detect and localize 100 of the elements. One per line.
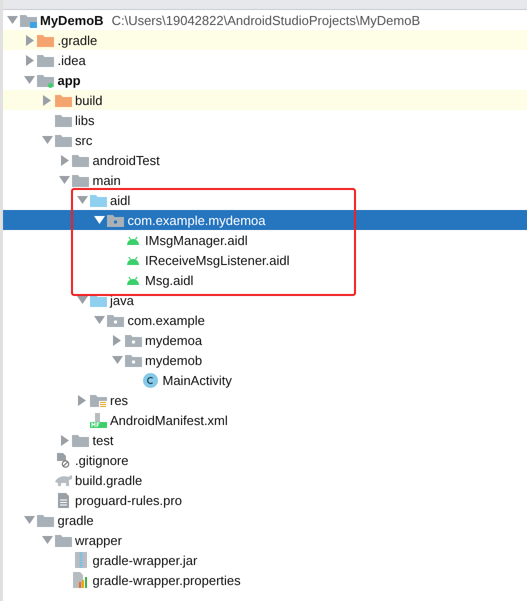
tree-row[interactable]: mydemob <box>3 350 527 370</box>
item-label: MainActivity <box>162 372 232 388</box>
excluded-row[interactable]: .gradle <box>3 30 527 50</box>
item-label: com.example.mydemoa <box>128 212 266 228</box>
manifest-file-icon <box>90 412 106 428</box>
collapse-arrow-icon[interactable] <box>24 76 35 84</box>
package-folder-icon <box>107 312 124 328</box>
collapse-arrow-icon[interactable] <box>24 516 35 524</box>
folder-icon <box>72 172 89 188</box>
tree-row[interactable]: AndroidManifest.xml <box>3 410 527 430</box>
tree-row[interactable]: .gitignore <box>3 450 527 470</box>
tree-row[interactable]: gradle-wrapper.jar <box>3 550 527 570</box>
expand-arrow-icon[interactable] <box>26 54 34 66</box>
expand-arrow-icon[interactable] <box>26 34 34 46</box>
package-folder-icon <box>124 332 142 348</box>
tree-row[interactable]: libs <box>3 110 527 130</box>
item-label: gradle-wrapper.properties <box>92 572 241 588</box>
item-label: .gitignore <box>75 452 128 468</box>
item-label: aidl <box>110 192 130 208</box>
android-icon <box>126 275 140 285</box>
tree-row[interactable]: gradle-wrapper.properties <box>3 570 527 590</box>
item-label: androidTest <box>92 152 160 168</box>
item-label: proguard-rules.pro <box>75 492 182 508</box>
item-label: mydemob <box>145 352 202 368</box>
tree-row[interactable]: aidl <box>3 190 527 210</box>
item-label: main <box>92 172 121 188</box>
folder-icon <box>72 432 89 448</box>
tree-row[interactable]: MyDemoB C:\Users\19042822\AndroidStudioProjects\MyDemoB <box>3 10 527 30</box>
tree-row[interactable]: main <box>3 170 527 190</box>
item-label: AndroidManifest.xml <box>110 412 228 428</box>
archive-file-icon <box>74 552 86 568</box>
tree-row[interactable]: androidTest <box>3 150 527 170</box>
folder-icon <box>37 32 54 48</box>
tree-row[interactable]: java <box>3 290 527 310</box>
android-icon <box>126 235 140 245</box>
item-label: test <box>92 432 114 448</box>
tree-row[interactable]: Msg.aidl <box>3 270 527 290</box>
expand-arrow-icon[interactable] <box>78 394 86 406</box>
tree-row[interactable]: res <box>3 390 527 410</box>
item-label: build <box>75 92 102 108</box>
item-label: Msg.aidl <box>145 272 194 288</box>
expand-arrow-icon[interactable] <box>60 434 68 446</box>
item-label: MyDemoB <box>40 12 104 28</box>
tree-row[interactable]: gradle <box>3 510 527 530</box>
item-label: .gradle <box>58 32 98 48</box>
folder-icon <box>37 72 54 88</box>
item-label: wrapper <box>75 532 122 548</box>
folder-icon <box>37 52 54 68</box>
collapse-arrow-icon[interactable] <box>94 216 105 224</box>
collapse-arrow-icon[interactable] <box>112 356 122 364</box>
tree-row[interactable]: IReceiveMsgListener.aidl <box>3 250 527 270</box>
tree-row[interactable]: proguard-rules.pro <box>3 490 527 510</box>
tree-row[interactable]: test <box>3 430 527 450</box>
item-label: build.gradle <box>75 472 142 488</box>
item-label: res <box>110 392 128 408</box>
tree-row[interactable]: .idea <box>3 50 527 70</box>
package-folder-icon <box>107 212 124 228</box>
folder-icon <box>20 12 36 28</box>
collapse-arrow-icon[interactable] <box>42 136 52 144</box>
tree-row[interactable]: com.example <box>3 310 527 330</box>
tree-row[interactable]: IMsgManager.aidl <box>3 230 527 250</box>
tree-row[interactable]: src <box>3 130 527 150</box>
folder-icon <box>72 152 89 168</box>
folder-icon <box>37 512 54 528</box>
item-label: .idea <box>58 52 86 68</box>
expand-arrow-icon[interactable] <box>43 94 51 106</box>
collapse-arrow-icon[interactable] <box>94 316 105 324</box>
collapse-arrow-icon[interactable] <box>76 296 88 304</box>
item-label: IMsgManager.aidl <box>145 232 248 248</box>
package-folder-icon <box>124 352 142 368</box>
tree-row[interactable]: wrapper <box>3 530 527 550</box>
project-path: C:\Users\19042822\AndroidStudioProjects\MyDemoB <box>112 12 420 28</box>
item-label: mydemoa <box>145 332 202 348</box>
collapse-arrow-icon[interactable] <box>42 536 52 544</box>
android-icon <box>126 255 140 265</box>
expand-arrow-icon[interactable] <box>113 334 121 346</box>
selected-row[interactable]: com.example.mydemoa <box>3 210 527 230</box>
item-label: app <box>58 72 81 88</box>
item-label: gradle <box>58 512 94 528</box>
item-label: com.example <box>128 312 205 328</box>
item-label: src <box>75 132 92 148</box>
ignored-file-icon <box>56 452 70 468</box>
item-label: java <box>110 292 134 308</box>
folder-icon <box>54 532 72 548</box>
class-icon <box>143 372 158 388</box>
item-label: libs <box>75 112 95 128</box>
tree-row[interactable]: MainActivity <box>3 370 527 390</box>
item-label: IReceiveMsgListener.aidl <box>145 252 290 268</box>
tree-row[interactable]: mydemoa <box>3 330 527 350</box>
folder-icon <box>54 132 72 148</box>
excluded-row[interactable]: build <box>3 90 527 110</box>
folder-icon <box>54 112 72 128</box>
elephant-icon <box>54 474 72 486</box>
collapse-arrow-icon[interactable] <box>6 16 18 24</box>
collapse-arrow-icon[interactable] <box>76 196 88 204</box>
collapse-arrow-icon[interactable] <box>59 176 70 184</box>
expand-arrow-icon[interactable] <box>60 154 68 166</box>
tree-row[interactable]: build.gradle <box>3 470 527 490</box>
properties-file-icon <box>72 572 88 588</box>
tree-row[interactable]: app <box>3 70 527 90</box>
